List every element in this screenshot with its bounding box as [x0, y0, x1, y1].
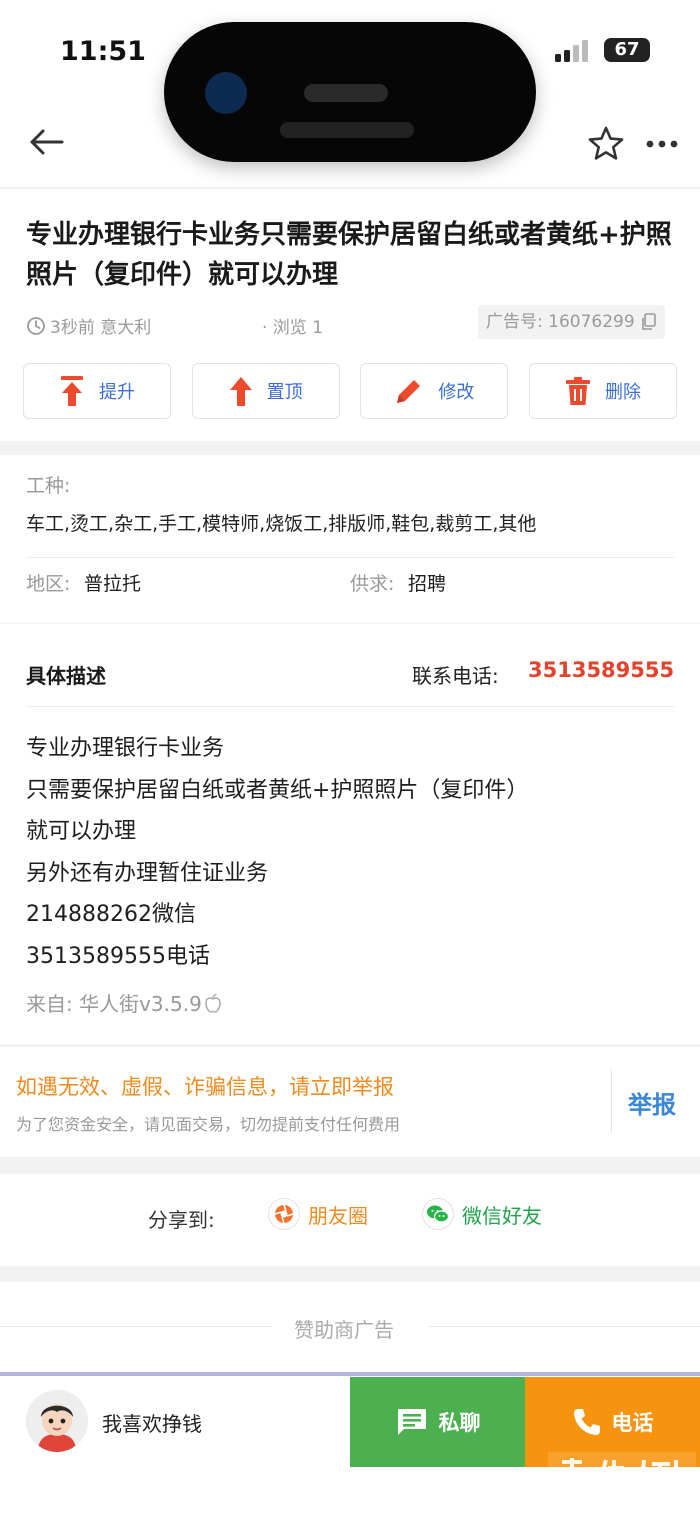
arrow-up-icon [229, 377, 252, 406]
user-nickname: 我喜欢挣钱 [102, 1412, 202, 1436]
source-app-label: 来自: 华人街v3.5.9 [26, 992, 202, 1016]
sponsor-divider-right [428, 1326, 700, 1327]
moments-icon [268, 1198, 300, 1230]
description-divider [26, 706, 674, 707]
edit-button[interactable]: 修改 [360, 363, 509, 419]
pin-top-button[interactable]: 置顶 [191, 363, 340, 419]
description-body: 专业办理银行卡业务 只需要保护居留白纸或者黄纸+护照照片（复印件） 就可以办理 … [26, 728, 528, 978]
private-chat-label: 私聊 [438, 1411, 481, 1435]
sponsor-section: 赞助商广告 [0, 1282, 700, 1380]
sponsor-ad-label: 赞助商广告 [294, 1318, 394, 1342]
description-line: 专业办理银行卡业务 [26, 736, 225, 761]
report-button[interactable]: 举报 [628, 1085, 676, 1120]
share-card: 分享到: 朋友圈 微信好友 [0, 1174, 700, 1266]
job-type-label: 工种: [26, 475, 71, 497]
share-label: 分享到: [148, 1208, 215, 1232]
region-label: 地区: [26, 573, 71, 595]
pencil-icon [397, 380, 421, 403]
report-card: 如遇无效、虚假、诈骗信息，请立即举报 为了您资金安全，请见面交易，切勿提前支付任… [0, 1047, 700, 1157]
description-card: 具体描述 联系电话: 3513589555 专业办理银行卡业务 只需要保护居留白… [0, 624, 700, 1044]
apple-icon [205, 993, 221, 1013]
phone-icon [573, 1409, 600, 1435]
contact-phone-label: 联系电话: [412, 664, 499, 688]
notification-body-blurred [280, 122, 414, 138]
description-line: 就可以办理 [26, 819, 137, 845]
share-wechat-friends-label: 微信好友 [462, 1203, 542, 1228]
share-moments-button[interactable]: 朋友圈 [268, 1198, 368, 1230]
description-line: 3513589555电话 [26, 943, 210, 969]
back-arrow-icon[interactable] [24, 122, 68, 162]
delete-label: 删除 [604, 382, 641, 403]
favorite-star-icon[interactable] [586, 124, 626, 164]
source-app: 来自: 华人街v3.5.9 [26, 988, 222, 1017]
dynamic-island-notification[interactable] [164, 22, 536, 162]
description-line: 另外还有办理暂住证业务 [26, 860, 269, 886]
share-moments-label: 朋友圈 [308, 1203, 368, 1228]
private-chat-button[interactable]: 私聊 [350, 1377, 525, 1467]
region-value: 普拉托 [84, 573, 142, 595]
chat-bubble-icon [397, 1409, 426, 1435]
post-meta: 3秒前 意大利 [26, 313, 151, 338]
safety-tip: 为了您资金安全，请见面交易，切勿提前支付任何费用 [16, 1115, 401, 1134]
battery-indicator: 67 [604, 38, 650, 62]
post-title: 专业办理银行卡业务只需要保护居留白纸或者黄纸+护照照片（复印件）就可以办理 [26, 220, 672, 290]
notification-title-blurred [304, 84, 388, 102]
post-actions: 提升 置顶 修改 删除 [23, 363, 677, 419]
info-divider [26, 557, 674, 558]
supply-value: 招聘 [408, 573, 447, 595]
supply-label: 供求: [350, 573, 395, 595]
description-line: 只需要保护居留白纸或者黄纸+护照照片（复印件） [26, 777, 529, 803]
edit-label: 修改 [438, 382, 475, 403]
share-wechat-friends-button[interactable]: 微信好友 [422, 1198, 542, 1230]
job-info-card: 工种: 车工,烫工,杂工,手工,模特师,烧饭工,排版师,鞋包,裁剪工,其他 地区… [0, 455, 700, 623]
clock-icon [27, 316, 45, 335]
trash-icon [565, 377, 590, 405]
more-options-icon[interactable] [640, 124, 684, 164]
ad-number-copy[interactable]: 广告号: 16076299 [478, 305, 665, 339]
user-avatar[interactable] [26, 1390, 88, 1452]
post-time-location: 3秒前 意大利 [50, 318, 152, 338]
cellular-signal-icon [555, 40, 588, 62]
sponsor-divider-left [0, 1326, 272, 1327]
phone-call-label: 电话 [611, 1411, 654, 1435]
post-views: · 浏览 1 [262, 318, 324, 338]
arrow-up-bar-icon [61, 376, 83, 406]
copy-icon [641, 313, 656, 330]
report-separator [611, 1069, 612, 1133]
pin-top-label: 置顶 [266, 382, 303, 403]
description-line: 214888262微信 [26, 902, 196, 928]
huarenjie-watermark-logo [548, 1452, 696, 1514]
boost-label: 提升 [99, 382, 135, 403]
wechat-icon [422, 1198, 454, 1230]
boost-button[interactable]: 提升 [23, 363, 171, 419]
notification-app-icon [205, 72, 247, 114]
status-time: 11:51 [60, 36, 146, 67]
job-type-value: 车工,烫工,杂工,手工,模特师,烧饭工,排版师,鞋包,裁剪工,其他 [26, 513, 537, 535]
description-heading: 具体描述 [26, 664, 106, 688]
ad-number: 广告号: 16076299 [486, 312, 635, 332]
post-title-card: 专业办理银行卡业务只需要保护居留白纸或者黄纸+护照照片（复印件）就可以办理 3秒… [0, 189, 700, 441]
delete-button[interactable]: 删除 [528, 363, 677, 419]
report-warning: 如遇无效、虚假、诈骗信息，请立即举报 [16, 1075, 394, 1099]
contact-phone-number[interactable]: 3513589555 [528, 658, 674, 682]
